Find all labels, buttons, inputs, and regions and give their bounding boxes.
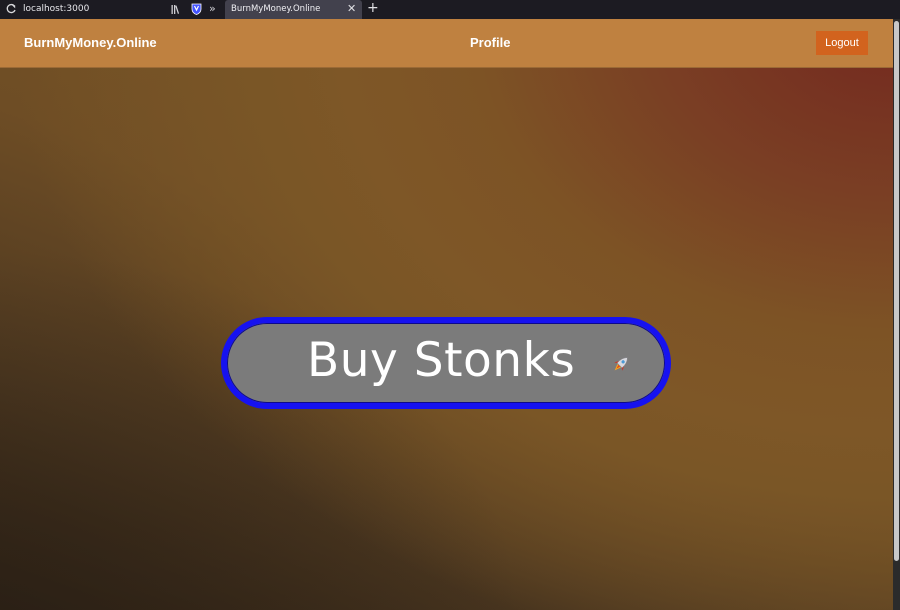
shield-icon[interactable] xyxy=(191,3,202,15)
browser-tab-active[interactable]: BurnMyMoney.Online ✕ xyxy=(225,0,362,19)
logout-button[interactable]: Logout xyxy=(816,31,868,55)
url-bar[interactable]: localhost:3000 xyxy=(23,4,89,14)
close-icon[interactable]: ✕ xyxy=(347,2,356,15)
navbar: BurnMyMoney.Online Profile Logout xyxy=(0,19,893,68)
scrollbar-thumb[interactable] xyxy=(894,21,899,561)
tab-title: BurnMyMoney.Online xyxy=(231,4,321,14)
nav-link-profile[interactable]: Profile xyxy=(470,35,510,50)
browser-toolbar: localhost:3000 » BurnMyMoney.Online ✕ + xyxy=(0,0,900,19)
plus-icon[interactable]: + xyxy=(367,0,379,16)
brand-link[interactable]: BurnMyMoney.Online xyxy=(24,35,157,50)
rocket-icon xyxy=(614,357,628,371)
buy-stonks-button[interactable]: Buy Stonks xyxy=(221,317,671,409)
chevron-double-right-icon[interactable]: » xyxy=(209,2,216,15)
scrollbar[interactable] xyxy=(893,19,900,610)
buy-stonks-label: Buy Stonks xyxy=(307,333,576,388)
page-viewport: BurnMyMoney.Online Profile Logout Buy St… xyxy=(0,19,893,610)
reload-icon[interactable] xyxy=(5,3,17,15)
library-icon[interactable] xyxy=(171,4,182,15)
